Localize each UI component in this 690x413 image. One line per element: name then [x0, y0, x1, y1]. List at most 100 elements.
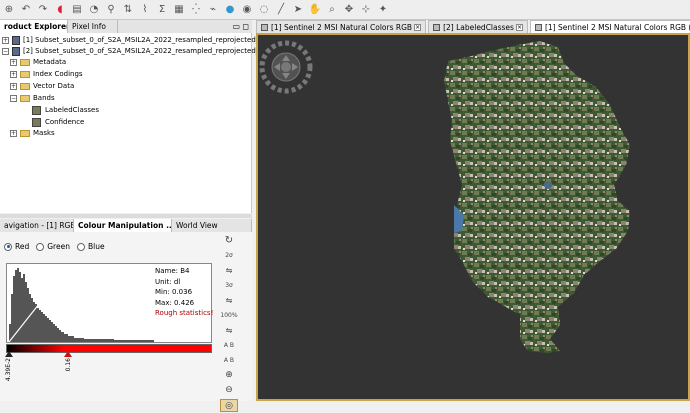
- maximize-icon[interactable]: ◻: [242, 22, 249, 31]
- tree-product-2[interactable]: − [2] Subset_subset_0_of_S2A_MSIL2A_2022…: [2, 46, 276, 56]
- tab-product-explorer[interactable]: roduct Explorer×: [0, 20, 68, 33]
- expand-icon[interactable]: +: [10, 129, 17, 137]
- node-label: Metadata: [33, 58, 67, 66]
- profile-icon[interactable]: ⌁: [206, 3, 220, 17]
- tool-3sigma[interactable]: 3σ: [220, 279, 238, 292]
- zoom-in-icon[interactable]: ⊕: [220, 369, 238, 382]
- image-view-icon: [534, 23, 542, 31]
- graph-icon[interactable]: ⌇: [138, 3, 152, 17]
- distribute-icon[interactable]: ⇋: [220, 264, 238, 277]
- tab-world-view[interactable]: World View: [172, 219, 252, 232]
- folder-icon: [20, 94, 30, 102]
- eye-icon[interactable]: ◉: [240, 3, 254, 17]
- tab-pixel-info[interactable]: Pixel Info: [68, 20, 118, 33]
- reset-icon[interactable]: ↻: [220, 234, 238, 247]
- expand-icon[interactable]: +: [10, 82, 17, 90]
- tool-100-percent[interactable]: 100%: [220, 309, 238, 322]
- tree-labeled-classes[interactable]: LabeledClasses: [32, 105, 99, 115]
- image-view-icon: [433, 23, 441, 31]
- expand-icon[interactable]: +: [10, 58, 17, 66]
- node-label: Index Codings: [33, 70, 83, 78]
- close-icon[interactable]: ×: [515, 23, 523, 31]
- band-icon: [32, 117, 41, 127]
- node-label: Bands: [33, 94, 55, 102]
- low-slider-handle[interactable]: [5, 351, 13, 357]
- tool-ab-1[interactable]: A B: [220, 339, 238, 352]
- tab-label: [1] Sentinel 2 MSI Natural Colors RGB: [271, 22, 413, 32]
- tree-metadata[interactable]: + Metadata: [10, 57, 66, 67]
- channel-selector: Red Green Blue: [4, 242, 112, 251]
- color-icon[interactable]: ◖: [53, 3, 67, 17]
- radio-red[interactable]: Red: [4, 242, 29, 251]
- tab-image-1[interactable]: [1] Sentinel 2 MSI Natural Colors RGB ×: [256, 20, 427, 33]
- folder-icon: [20, 129, 30, 137]
- stat-min: Min: 0.036: [155, 288, 193, 296]
- scatter-icon[interactable]: ⁛: [189, 3, 203, 17]
- magic-icon[interactable]: ✦: [376, 3, 390, 17]
- zoom-icon[interactable]: ⊕: [2, 3, 16, 17]
- image-viewer[interactable]: [256, 33, 690, 401]
- pan-icon[interactable]: ✥: [342, 3, 356, 17]
- gcp-icon[interactable]: ⊹: [359, 3, 373, 17]
- expand-icon[interactable]: +: [10, 70, 17, 78]
- lasso-icon[interactable]: ◌: [257, 3, 271, 17]
- cursor-icon[interactable]: ➤: [291, 3, 305, 17]
- zoom-tool-icon[interactable]: ⌕: [325, 3, 339, 17]
- expand-icon[interactable]: +: [2, 36, 9, 44]
- product-label: [2] Subset_subset_0_of_S2A_MSIL2A_2022_r…: [23, 47, 276, 55]
- sum-icon[interactable]: Σ: [155, 3, 169, 17]
- collapse-icon[interactable]: −: [10, 94, 17, 102]
- tool-tabbar: avigation - [1] RGB Colour Manipulation …: [0, 219, 252, 232]
- tree-product-1[interactable]: + [1] Subset_subset_0_of_S2A_MSIL2A_2022…: [2, 35, 262, 45]
- folder-icon: [20, 70, 30, 78]
- distribute-icon[interactable]: ⇋: [220, 324, 238, 337]
- navigation-wheel[interactable]: [259, 40, 313, 94]
- spectrum-icon[interactable]: ◔: [87, 3, 101, 17]
- tab-image-3[interactable]: [1] Sentinel 2 MSI Natural Colors RGB (2…: [529, 20, 690, 33]
- image-view-tabbar: [1] Sentinel 2 MSI Natural Colors RGB × …: [256, 20, 690, 33]
- rgb-icon[interactable]: ●: [223, 3, 237, 17]
- radio-dot: [36, 242, 45, 251]
- tab-navigation[interactable]: avigation - [1] RGB: [0, 219, 74, 232]
- panel-divider[interactable]: [0, 214, 252, 218]
- layers-icon[interactable]: ▤: [70, 3, 84, 17]
- close-icon[interactable]: ×: [414, 23, 422, 31]
- hand-icon[interactable]: ✋: [308, 3, 322, 17]
- product-icon: [12, 46, 20, 56]
- tab-label: Pixel Info: [72, 22, 106, 31]
- tree-confidence[interactable]: Confidence: [32, 117, 84, 127]
- tab-label: [2] LabeledClasses: [443, 22, 514, 32]
- redo-icon[interactable]: ↷: [36, 3, 50, 17]
- stat-name: Name: B4: [155, 267, 190, 275]
- tree-index-codings[interactable]: + Index Codings: [10, 69, 83, 79]
- low-slider-label: 4.39E-2: [5, 358, 12, 382]
- radio-blue[interactable]: Blue: [76, 242, 105, 251]
- radio-green[interactable]: Green: [36, 242, 70, 251]
- zoom-out-icon[interactable]: ⊖: [220, 384, 238, 397]
- ruler-icon[interactable]: ╱: [274, 3, 288, 17]
- node-label: Confidence: [45, 118, 85, 126]
- tree-masks[interactable]: + Masks: [10, 128, 55, 138]
- undo-icon[interactable]: ↶: [19, 3, 33, 17]
- minimize-icon[interactable]: ▭: [232, 22, 240, 31]
- node-label: Masks: [33, 129, 55, 137]
- distribute-icon[interactable]: ⇋: [220, 294, 238, 307]
- range-icon[interactable]: ⇅: [121, 3, 135, 17]
- collapse-icon[interactable]: −: [2, 47, 9, 55]
- tab-image-2[interactable]: [2] LabeledClasses ×: [428, 20, 528, 33]
- tool-ab-2[interactable]: A B: [220, 354, 238, 367]
- pin-icon[interactable]: ⚲: [104, 3, 118, 17]
- tree-vector-data[interactable]: + Vector Data: [10, 81, 74, 91]
- tool-2sigma[interactable]: 2σ: [220, 249, 238, 262]
- viewer-canvas[interactable]: [258, 35, 688, 399]
- stat-unit: Unit: dl: [155, 277, 181, 286]
- tabbar-filler: ▭ ◻: [118, 20, 252, 33]
- grid-icon[interactable]: ▦: [172, 3, 186, 17]
- colour-gradient-bar: [6, 344, 212, 353]
- folder-icon: [20, 58, 30, 66]
- tab-label: Colour Manipulation ...: [78, 221, 172, 230]
- tree-bands[interactable]: − Bands: [10, 93, 55, 103]
- tab-colour-manipulation[interactable]: Colour Manipulation ...×: [74, 219, 172, 232]
- band-icon: [32, 105, 41, 115]
- high-slider-handle[interactable]: [64, 351, 72, 357]
